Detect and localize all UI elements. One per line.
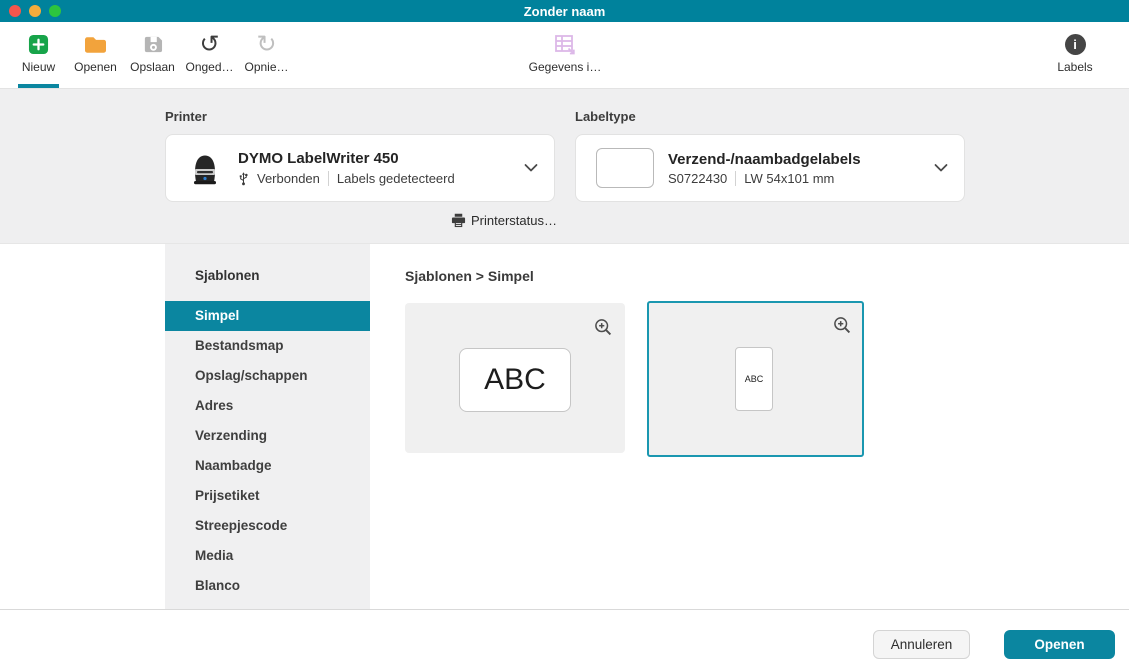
info-icon: i <box>1065 31 1086 58</box>
undo-button[interactable]: ↺ Onged… <box>181 22 238 88</box>
label-thumbnail <box>596 148 654 188</box>
sidebar-item-streepjescode[interactable]: Streepjescode <box>165 511 370 541</box>
new-label-icon <box>28 31 49 58</box>
labeltype-selector[interactable]: Verzend-/naambadgelabels S0722430 LW 54x… <box>575 134 965 202</box>
open-button-label: Openen <box>74 60 117 74</box>
save-button-label: Opslaan <box>130 60 175 74</box>
sidebar-item-blanco[interactable]: Blanco <box>165 571 370 601</box>
labeltype-section-label: Labeltype <box>575 109 636 124</box>
import-data-button[interactable]: Gegevens i… <box>520 22 610 88</box>
open-folder-icon <box>83 31 108 58</box>
zoom-in-icon[interactable] <box>593 317 614 338</box>
printer-name: DYMO LabelWriter 450 <box>238 150 455 167</box>
template-preview-text: ABC <box>484 363 546 397</box>
sidebar-item-naambadge[interactable]: Naambadge <box>165 451 370 481</box>
chevron-down-icon <box>934 164 948 173</box>
toolbar: Nieuw Openen Opslaan <box>0 22 1129 88</box>
new-button[interactable]: Nieuw <box>10 22 67 88</box>
template-preview-label: ABC <box>459 348 571 412</box>
sidebar-item-opslag-schappen[interactable]: Opslag/schappen <box>165 361 370 391</box>
sidebar-item-bestandsmap[interactable]: Bestandsmap <box>165 331 370 361</box>
save-button[interactable]: Opslaan <box>124 22 181 88</box>
printer-connection-status: Verbonden <box>257 171 320 186</box>
template-gallery: Sjablonen > Simpel ABC ABC <box>370 244 1129 609</box>
labeltype-sku: S0722430 <box>668 171 727 186</box>
sidebar-item-verzending[interactable]: Verzending <box>165 421 370 451</box>
redo-icon: ↻ <box>256 31 276 58</box>
sidebar-items: Simpel Bestandsmap Opslag/schappen Adres… <box>165 301 370 601</box>
import-data-icon <box>553 31 578 58</box>
open-button[interactable]: Openen <box>67 22 124 88</box>
sidebar-item-prijsetiket[interactable]: Prijsetiket <box>165 481 370 511</box>
zoom-button[interactable] <box>49 5 61 17</box>
traffic-lights <box>9 5 61 17</box>
redo-button-label: Opnie… <box>244 60 288 74</box>
redo-button[interactable]: ↻ Opnie… <box>238 22 295 88</box>
template-preview-label: ABC <box>735 347 773 411</box>
undo-button-label: Onged… <box>185 60 233 74</box>
chevron-down-icon <box>524 164 538 173</box>
window-title: Zonder naam <box>524 4 606 19</box>
usb-icon <box>238 170 249 187</box>
printer-status-link[interactable]: Printerstatus… <box>451 213 557 228</box>
footer-bar: Annuleren Openen <box>0 609 1129 672</box>
printer-section-label: Printer <box>165 109 207 124</box>
printer-icon <box>451 213 466 228</box>
divider <box>328 171 329 186</box>
printer-status-label: Printerstatus… <box>471 213 557 228</box>
template-card-landscape[interactable]: ABC <box>405 303 625 453</box>
sidebar-header: Sjablonen <box>165 244 370 283</box>
printer-selector[interactable]: DYMO LabelWriter 450 Verbonden Labels ge… <box>165 134 555 202</box>
labeltype-size: LW 54x101 mm <box>744 171 834 186</box>
labels-button-label: Labels <box>1057 60 1092 74</box>
printer-image <box>186 150 224 186</box>
template-preview-text: ABC <box>745 374 764 384</box>
minimize-button[interactable] <box>29 5 41 17</box>
templates-sidebar: Sjablonen Simpel Bestandsmap Opslag/scha… <box>165 244 370 609</box>
divider <box>735 171 736 186</box>
sidebar-item-media[interactable]: Media <box>165 541 370 571</box>
printer-labels-status: Labels gedetecteerd <box>337 171 455 186</box>
titlebar: Zonder naam <box>0 0 1129 22</box>
undo-icon: ↺ <box>199 31 219 58</box>
template-card-portrait-selected[interactable]: ABC <box>647 301 864 457</box>
labels-button[interactable]: i Labels <box>1040 22 1110 88</box>
breadcrumb: Sjablonen > Simpel <box>405 268 534 284</box>
save-icon <box>142 31 163 58</box>
sidebar-item-adres[interactable]: Adres <box>165 391 370 421</box>
close-button[interactable] <box>9 5 21 17</box>
toolbar-left-group: Nieuw Openen Opslaan <box>10 22 295 88</box>
open-button-confirm[interactable]: Openen <box>1004 630 1115 659</box>
printer-settings-band: Printer DYMO LabelWriter 450 <box>0 88 1129 244</box>
labeltype-name: Verzend-/naambadgelabels <box>668 151 861 168</box>
sidebar-item-simpel[interactable]: Simpel <box>165 301 370 331</box>
new-button-label: Nieuw <box>22 60 55 74</box>
import-data-label: Gegevens i… <box>529 60 602 74</box>
zoom-in-icon[interactable] <box>832 315 853 336</box>
cancel-button[interactable]: Annuleren <box>873 630 970 659</box>
